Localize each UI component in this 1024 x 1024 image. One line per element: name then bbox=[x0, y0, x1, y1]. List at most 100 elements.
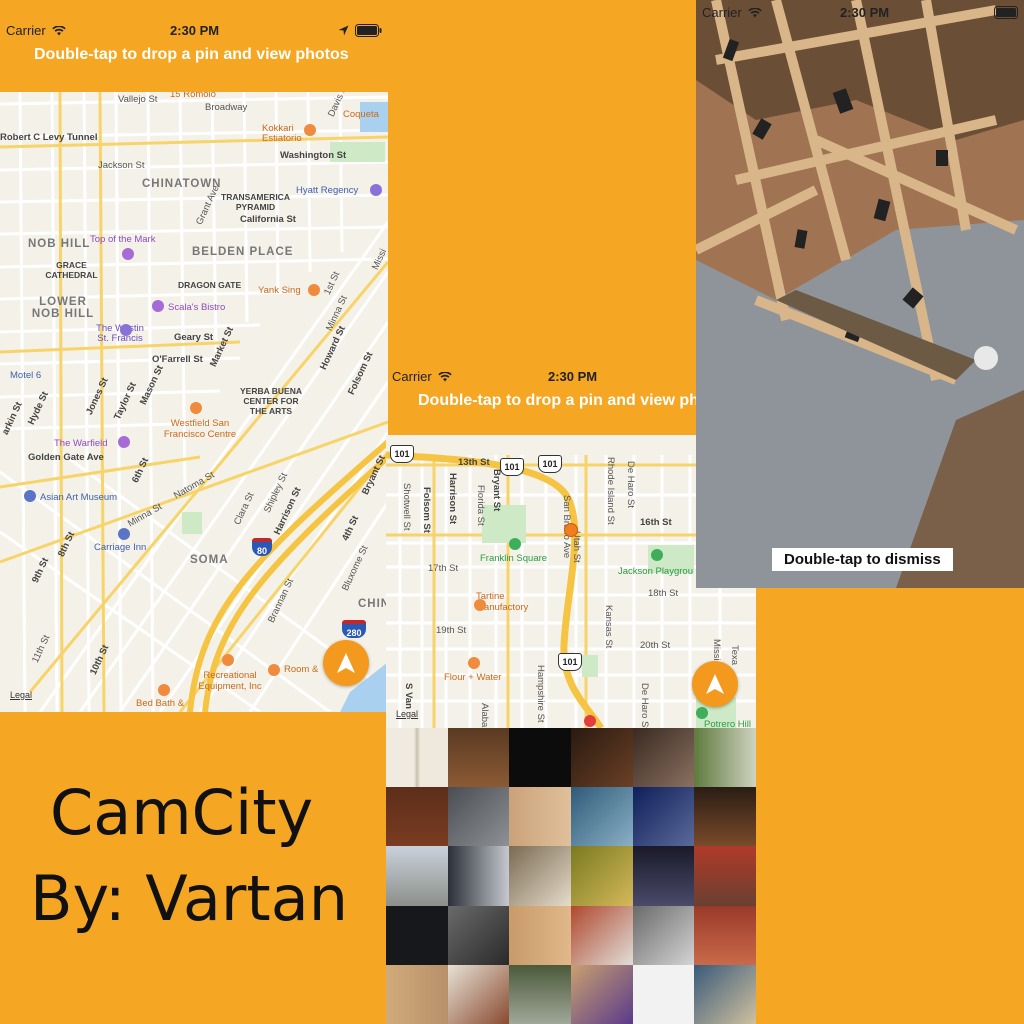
poi-label: Franklin Square bbox=[480, 553, 548, 564]
photo-thumbnail[interactable] bbox=[632, 728, 695, 788]
photo-thumbnail[interactable] bbox=[447, 905, 510, 965]
dropped-pin-icon[interactable] bbox=[564, 523, 578, 537]
poi-icon bbox=[118, 528, 130, 540]
photo-thumbnail[interactable] bbox=[509, 787, 571, 847]
poi-icon bbox=[474, 599, 486, 611]
photo-thumbnail[interactable] bbox=[447, 787, 510, 847]
poi-label: Scala's Bistro bbox=[168, 302, 226, 313]
street-label: Robert C Levy Tunnel bbox=[0, 132, 98, 143]
photo-thumbnail[interactable] bbox=[694, 905, 756, 965]
poi-label: Room & bbox=[284, 664, 319, 675]
map-view-screen1[interactable]: Vallejo St 15 Romolo Broadway Davis St C… bbox=[0, 92, 388, 712]
photo-thumbnail[interactable] bbox=[386, 787, 448, 847]
photo-thumbnail[interactable] bbox=[632, 787, 695, 847]
poi-label: Westfield San Francisco Centre bbox=[163, 418, 237, 440]
poi-icon bbox=[509, 538, 521, 550]
status-time: 2:30 PM bbox=[548, 369, 598, 384]
poi-label: Top of the Mark bbox=[90, 234, 156, 245]
us-highway-shield-icon: 101 bbox=[558, 653, 582, 671]
street-label: De Haro St bbox=[625, 461, 636, 508]
photo-thumbnail[interactable] bbox=[694, 846, 756, 906]
location-arrow-icon bbox=[338, 25, 349, 36]
locate-me-button[interactable] bbox=[323, 640, 369, 686]
poi-label: 15 Romolo bbox=[170, 92, 216, 100]
interstate-shield-icon: 280 bbox=[342, 620, 366, 638]
photo-thumbnail[interactable] bbox=[694, 728, 756, 788]
photo-thumbnail[interactable] bbox=[571, 964, 633, 1024]
street-label: 17th St bbox=[428, 563, 459, 574]
street-label: Harrison St bbox=[447, 473, 458, 525]
photo-thumbnail[interactable] bbox=[571, 728, 633, 788]
poi-icon bbox=[190, 402, 202, 414]
poi-label: Jackson Playgrou bbox=[618, 566, 693, 577]
photo-thumbnail[interactable] bbox=[386, 964, 448, 1024]
photo-view[interactable]: Double-tap to dismiss bbox=[696, 0, 1024, 588]
photo-thumbnail[interactable] bbox=[509, 728, 571, 788]
carrier-indicator: Carrier bbox=[702, 5, 762, 20]
poi-icon bbox=[584, 715, 596, 727]
photo-thumbnail[interactable] bbox=[447, 846, 510, 906]
poi-icon bbox=[468, 657, 480, 669]
street-label: Missi bbox=[711, 639, 722, 661]
carrier-label: Carrier bbox=[6, 23, 46, 38]
photo-thumbnail[interactable] bbox=[509, 964, 571, 1024]
locate-me-button[interactable] bbox=[692, 661, 738, 707]
poi-icon bbox=[268, 664, 280, 676]
photo-thumbnail[interactable] bbox=[386, 728, 448, 788]
status-bar-screen1: Carrier 2:30 PM bbox=[0, 20, 388, 40]
us-highway-shield-icon: 101 bbox=[390, 445, 414, 463]
photo-thumbnail[interactable] bbox=[509, 846, 571, 906]
poi-icon bbox=[304, 124, 316, 136]
poi-icon bbox=[370, 184, 382, 196]
photo-thumbnail[interactable] bbox=[571, 846, 633, 906]
street-label: Jackson St bbox=[98, 160, 145, 171]
photo-thumbnail[interactable] bbox=[447, 728, 510, 788]
location-arrow-icon bbox=[337, 653, 355, 673]
photo-thumbnail[interactable] bbox=[694, 787, 756, 847]
street-label: Alaba bbox=[479, 703, 490, 728]
poi-label: Asian Art Museum bbox=[40, 492, 118, 503]
photo-thumbnail[interactable] bbox=[386, 905, 448, 965]
photo-thumbnail[interactable] bbox=[632, 905, 695, 965]
photo-thumbnail[interactable] bbox=[447, 964, 510, 1024]
street-label: Geary St bbox=[174, 332, 214, 343]
landmark-label: GRACE CATHEDRAL bbox=[45, 260, 98, 280]
street-label: 16th St bbox=[640, 517, 672, 528]
photo-thumbnail[interactable] bbox=[571, 787, 633, 847]
street-label: California St bbox=[240, 214, 296, 225]
landmark-label: TRANSAMERICA PYRAMID bbox=[221, 192, 290, 212]
us-highway-shield-icon: 101 bbox=[500, 458, 524, 476]
poi-label: Hyatt Regency bbox=[296, 185, 359, 196]
poi-label: Yank Sing bbox=[258, 285, 301, 296]
app-title: CamCity bbox=[50, 776, 314, 849]
status-time: 2:30 PM bbox=[170, 23, 220, 38]
wifi-icon bbox=[52, 25, 66, 35]
poi-label: Tartine Manufactory bbox=[476, 591, 529, 613]
street-label: Kansas St bbox=[603, 605, 614, 649]
street-label: Hampshire St bbox=[535, 665, 546, 723]
photo-thumbnail[interactable] bbox=[694, 964, 756, 1024]
district-label: SOMA bbox=[190, 554, 229, 566]
carrier-label: Carrier bbox=[392, 369, 432, 384]
poi-icon bbox=[222, 654, 234, 666]
poi-label: Bed Bath & bbox=[136, 698, 185, 709]
photo-thumbnail[interactable] bbox=[386, 846, 448, 906]
legal-link[interactable]: Legal bbox=[396, 709, 418, 719]
poi-icon bbox=[308, 284, 320, 296]
street-label: De Haro St bbox=[639, 683, 650, 728]
street-label: Vallejo St bbox=[118, 94, 158, 105]
photo-thumbnail[interactable] bbox=[571, 905, 633, 965]
wifi-icon bbox=[748, 7, 762, 17]
battery-icon bbox=[994, 6, 1018, 19]
photo-thumbnail[interactable] bbox=[632, 964, 695, 1024]
street-label: Florida St bbox=[475, 485, 486, 526]
legal-link[interactable]: Legal bbox=[10, 690, 32, 700]
dismiss-hint: Double-tap to dismiss bbox=[772, 548, 953, 571]
photo-thumbnail[interactable] bbox=[509, 905, 571, 965]
landmark-label: YERBA BUENA CENTER FOR THE ARTS bbox=[239, 386, 303, 416]
photo-grid bbox=[386, 728, 756, 1024]
poi-icon bbox=[696, 707, 708, 719]
photo-thumbnail[interactable] bbox=[632, 846, 695, 906]
poi-label: Recreational Equipment, Inc bbox=[198, 670, 262, 692]
poi-label: Potrero Hill bbox=[704, 719, 751, 728]
